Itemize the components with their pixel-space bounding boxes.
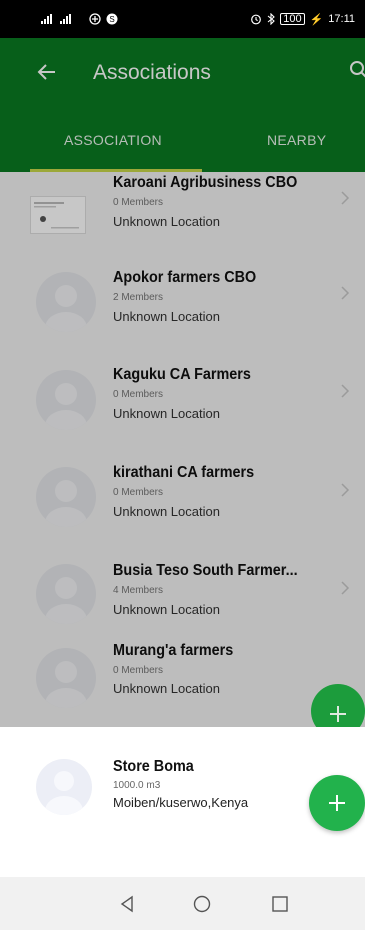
app-notification-icon: S — [106, 13, 118, 25]
home-circle-icon[interactable] — [192, 894, 212, 914]
status-bar: S 100 ⚡ 17:11 — [0, 0, 365, 38]
bluetooth-icon — [267, 13, 276, 25]
bottom-sheet: Store Boma 1000.0 m3 Moiben/kuserwo,Keny… — [0, 727, 365, 877]
battery-level: 100 — [280, 13, 305, 25]
back-triangle-icon[interactable] — [117, 894, 137, 914]
add-store-fab[interactable] — [309, 775, 365, 831]
store-volume: 1000.0 m3 — [113, 780, 161, 791]
data-saver-icon — [89, 13, 101, 25]
recents-square-icon[interactable] — [270, 894, 290, 914]
signal-icon — [41, 14, 71, 24]
store-location: Moiben/kuserwo,Kenya — [113, 795, 249, 810]
charging-icon: ⚡ — [309, 13, 324, 26]
store-name: Store Boma — [113, 758, 194, 775]
plus-icon — [329, 795, 345, 811]
alarm-icon — [251, 14, 262, 25]
system-nav-bar — [0, 877, 365, 930]
store-avatar — [36, 759, 92, 815]
svg-text:S: S — [109, 15, 114, 24]
status-right: 100 ⚡ 17:11 — [250, 13, 355, 26]
person-placeholder-icon — [45, 771, 83, 815]
scrim-overlay[interactable] — [0, 38, 365, 727]
status-left: S — [40, 13, 118, 25]
clock: 17:11 — [328, 13, 355, 25]
